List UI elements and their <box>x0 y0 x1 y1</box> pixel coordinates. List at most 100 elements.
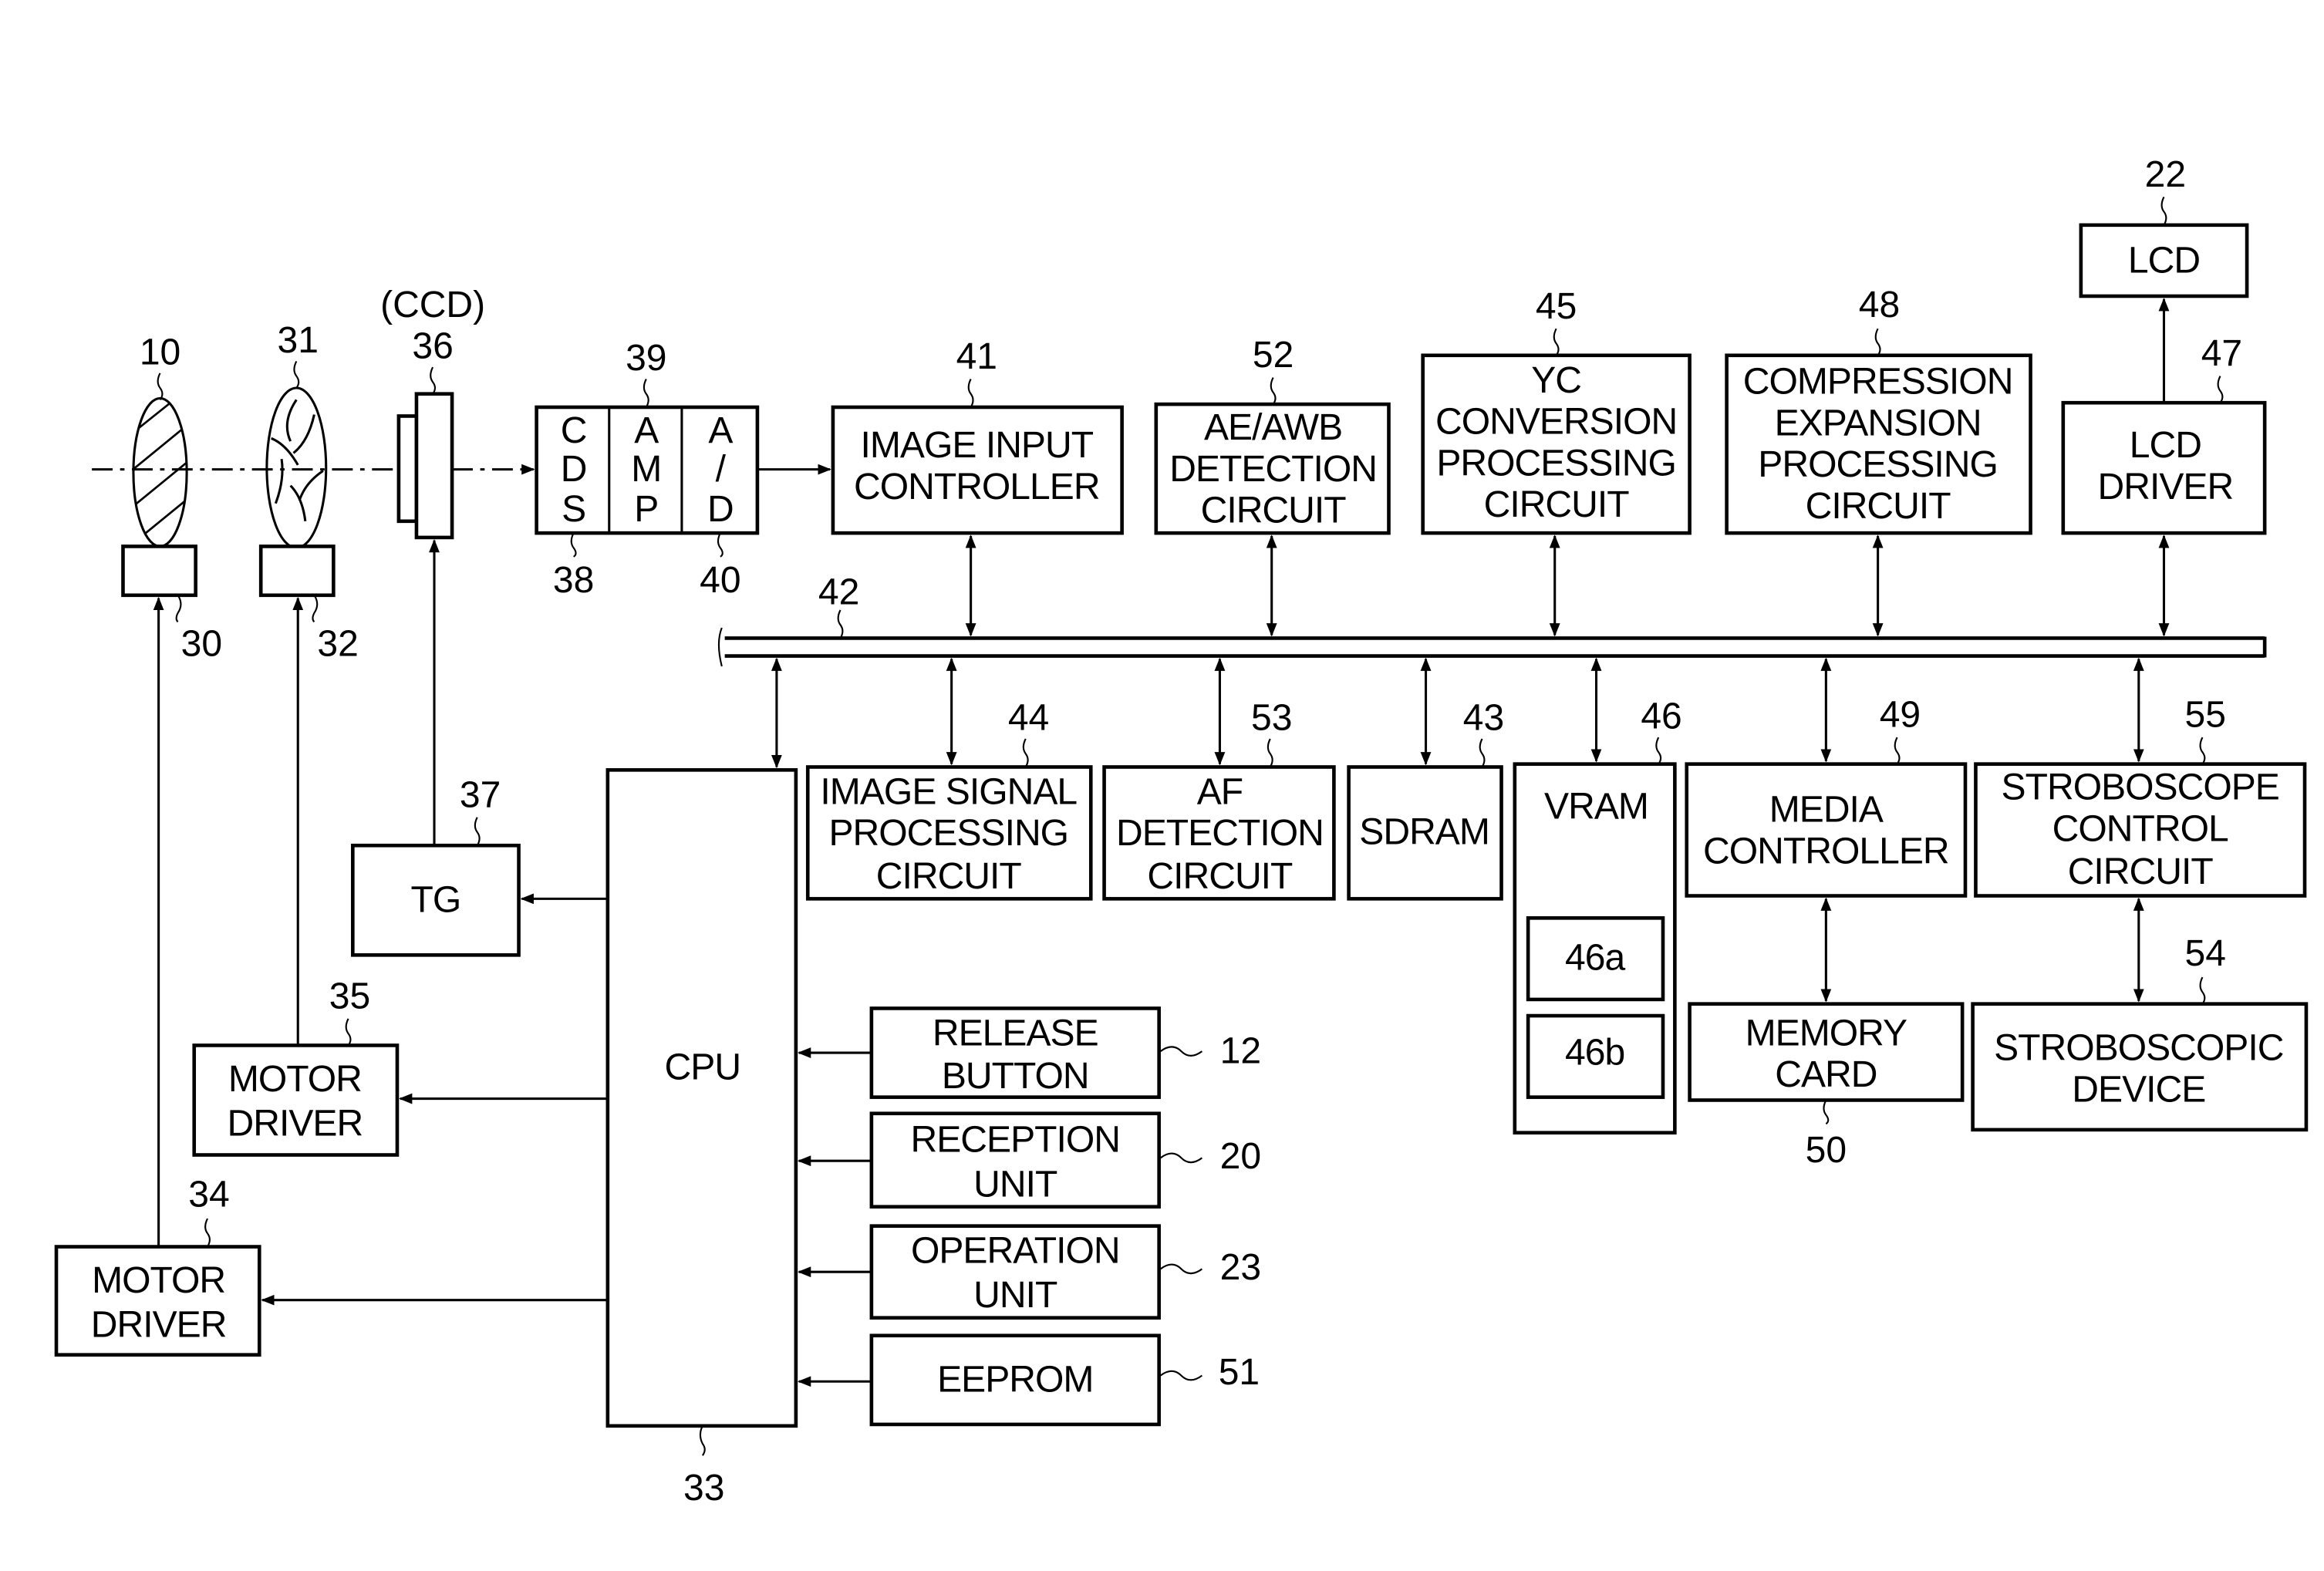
af-line-1: AF <box>1197 772 1243 813</box>
tg-37: TG <box>351 843 521 957</box>
reception-unit-line-2: UNIT <box>973 1164 1057 1205</box>
ref-36: 36 <box>412 326 453 367</box>
motor-driver-34: MOTOR DRIVER <box>54 1245 261 1357</box>
motor-driver-35-line-2: DRIVER <box>228 1104 363 1145</box>
bus-break-mark <box>717 627 723 667</box>
ref-22: 22 <box>2145 154 2186 195</box>
ref-54: 54 <box>2185 933 2226 974</box>
strobe-control-line-3: CIRCUIT <box>2068 851 2214 892</box>
motor-driver-35-line-1: MOTOR <box>228 1059 362 1100</box>
media-controller-49: MEDIA CONTROLLER <box>1685 762 1968 898</box>
ref-35: 35 <box>329 976 370 1016</box>
ref-37: 37 <box>460 774 501 815</box>
ref-34: 34 <box>188 1175 229 1215</box>
ref-30: 30 <box>181 624 222 665</box>
ref-33: 33 <box>683 1468 724 1509</box>
reception-unit-line-1: RECEPTION <box>911 1120 1121 1161</box>
ref-50: 50 <box>1806 1130 1847 1171</box>
ref-55: 55 <box>2185 695 2226 736</box>
amp-letter-3: P <box>634 489 658 530</box>
ref-48: 48 <box>1859 285 1900 325</box>
release-button-line-1: RELEASE <box>933 1013 1098 1054</box>
cds-letter-1: C <box>561 410 587 451</box>
ccd-filter <box>396 414 419 524</box>
eeprom-51: EEPROM <box>869 1333 1161 1427</box>
yc-line-1: YC <box>1531 360 1581 401</box>
stroboscope-control-circuit-55: STROBOSCOPE CONTROL CIRCUIT <box>1974 762 2307 898</box>
ref-39: 39 <box>626 338 666 379</box>
motor-driver-34-line-2: DRIVER <box>91 1305 227 1346</box>
cpu-label: CPU <box>665 1047 741 1088</box>
ref-44: 44 <box>1008 698 1049 739</box>
memory-card-line-2: CARD <box>1775 1054 1877 1095</box>
lens-10 <box>121 396 197 598</box>
eeprom-label: EEPROM <box>937 1360 1093 1401</box>
amp-letter-2: M <box>631 449 661 490</box>
memory-card-50: MEMORY CARD <box>1688 1002 1965 1102</box>
image-input-controller-41: IMAGE INPUT CONTROLLER <box>831 405 1124 535</box>
image-signal-line-1: IMAGE SIGNAL <box>820 772 1077 813</box>
compression-expansion-processing-circuit-48: COMPRESSION EXPANSION PROCESSING CIRCUIT <box>1725 353 2032 535</box>
ref-40: 40 <box>700 560 740 601</box>
ae-awb-line-2: DETECTION <box>1169 449 1377 490</box>
leader-38 <box>570 532 577 558</box>
vram-area-46b-label: 46b <box>1565 1032 1624 1073</box>
compression-line-2: EXPANSION <box>1775 403 1982 443</box>
compression-line-4: CIRCUIT <box>1806 486 1951 527</box>
lens-icon <box>132 396 188 548</box>
image-input-controller-line-1: IMAGE INPUT <box>861 425 1094 466</box>
operation-unit-line-1: OPERATION <box>911 1231 1120 1272</box>
ref-49: 49 <box>1880 695 1921 736</box>
ref-52: 52 <box>1253 335 1294 376</box>
leader-39 <box>643 379 649 408</box>
lcd-driver-line-2: DRIVER <box>2098 467 2234 507</box>
ref-31: 31 <box>278 320 319 361</box>
stroboscopic-device-line-1: STROBOSCOPIC <box>1994 1028 2283 1069</box>
tg-label: TG <box>411 880 461 921</box>
ref-41: 41 <box>956 336 997 377</box>
ad-letter-3: D <box>707 489 734 530</box>
sdram-43: SDRAM <box>1347 765 1503 901</box>
lens-motor <box>121 544 197 598</box>
compression-line-1: COMPRESSION <box>1743 362 2013 403</box>
ref-51: 51 <box>1219 1352 1260 1393</box>
amp-letter-1: A <box>634 410 659 451</box>
image-signal-processing-circuit-44: IMAGE SIGNAL PROCESSING CIRCUIT <box>805 765 1093 901</box>
release-button-line-2: BUTTON <box>942 1056 1089 1097</box>
yc-line-2: CONVERSION <box>1435 402 1677 443</box>
ad-letter-1: A <box>708 410 733 451</box>
leader-10 <box>157 373 164 401</box>
ae-awb-line-3: CIRCUIT <box>1201 491 1347 531</box>
vram-46: VRAM 46a 46b <box>1513 762 1677 1135</box>
ref-43: 43 <box>1463 698 1504 739</box>
motor-driver-34-line-1: MOTOR <box>92 1260 225 1301</box>
ccd-36 <box>396 392 454 540</box>
vram-label: VRAM <box>1544 787 1648 828</box>
image-signal-line-2: PROCESSING <box>828 813 1068 854</box>
reception-unit-20: RECEPTION UNIT <box>869 1111 1161 1209</box>
ref-53: 53 <box>1251 698 1292 739</box>
stroboscopic-device-54: STROBOSCOPIC DEVICE <box>1971 1002 2309 1132</box>
camera-block-diagram: 10 30 31 32 36 (CCD) C D S A M P A / D 3… <box>54 154 2309 1509</box>
ae-awb-line-1: AE/AWB <box>1204 407 1342 448</box>
media-controller-line-1: MEDIA <box>1769 790 1884 831</box>
ref-38: 38 <box>553 560 594 601</box>
image-signal-line-3: CIRCUIT <box>876 856 1022 897</box>
media-controller-line-2: CONTROLLER <box>1703 831 1949 871</box>
operation-unit-23: OPERATION UNIT <box>869 1224 1161 1320</box>
af-line-2: DETECTION <box>1116 813 1324 854</box>
compression-line-3: PROCESSING <box>1758 444 1998 485</box>
leader-30 <box>175 595 182 623</box>
analog-frontend-39: C D S A M P A / D <box>535 405 760 535</box>
ref-42: 42 <box>818 571 859 612</box>
sdram-label: SDRAM <box>1359 811 1489 852</box>
ref-47: 47 <box>2201 333 2242 374</box>
ref-23: 23 <box>1220 1247 1261 1288</box>
yc-line-3: PROCESSING <box>1436 443 1676 484</box>
yc-line-4: CIRCUIT <box>1484 484 1630 525</box>
cds-letter-3: S <box>562 489 585 530</box>
vram-area-46a-label: 46a <box>1565 938 1626 979</box>
strobe-control-line-1: STROBOSCOPE <box>2002 767 2279 808</box>
cds-letter-2: D <box>561 449 587 490</box>
strobe-control-line-2: CONTROL <box>2052 809 2228 850</box>
